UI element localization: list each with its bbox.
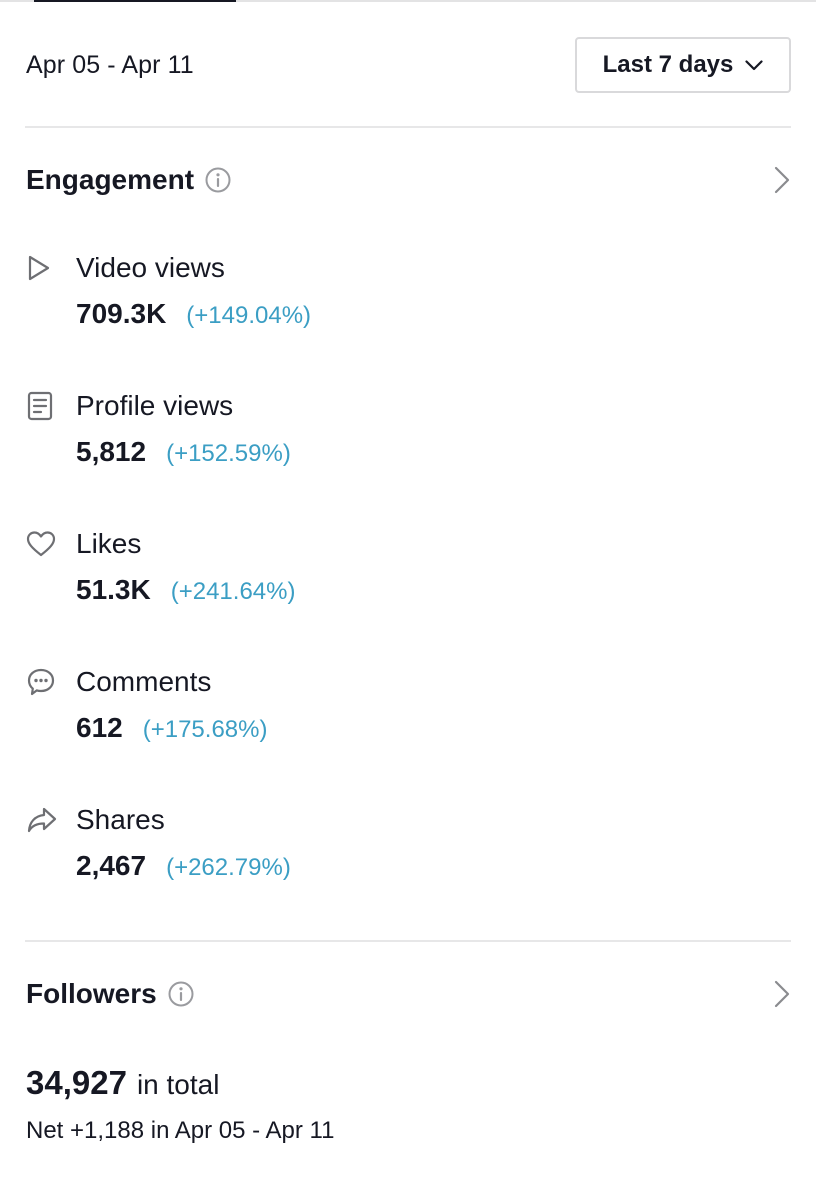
metric-comments: Comments 612 (+175.68%) xyxy=(26,662,791,752)
analytics-page: Apr 05 - Apr 11 Last 7 days Engagement V… xyxy=(0,0,816,1200)
followers-total-suffix: in total xyxy=(136,1069,220,1100)
metric-value: 709.3K xyxy=(76,298,167,329)
chevron-right-icon[interactable] xyxy=(773,166,791,194)
engagement-title: Engagement xyxy=(26,164,195,195)
metric-value: 2,467 xyxy=(76,850,147,881)
metric-change: (+175.68%) xyxy=(142,716,268,743)
heart-icon xyxy=(26,524,76,564)
profile-icon xyxy=(26,386,76,426)
share-icon xyxy=(26,800,76,840)
followers-title: Followers xyxy=(26,978,157,1009)
engagement-header[interactable]: Engagement xyxy=(26,160,791,200)
chevron-down-icon xyxy=(745,59,763,71)
metric-change: (+241.64%) xyxy=(170,578,296,605)
metric-value: 5,812 xyxy=(76,436,147,467)
chevron-right-icon[interactable] xyxy=(773,980,791,1008)
info-icon[interactable] xyxy=(167,980,195,1008)
followers-header[interactable]: Followers xyxy=(26,974,791,1014)
comment-icon xyxy=(26,662,76,702)
active-tab-indicator xyxy=(34,0,236,2)
range-selector-label: Last 7 days xyxy=(602,51,734,78)
metric-label: Profile views xyxy=(76,390,234,421)
metric-likes: Likes 51.3K (+241.64%) xyxy=(26,524,791,614)
metric-label: Comments xyxy=(76,666,212,697)
date-row: Apr 05 - Apr 11 Last 7 days xyxy=(26,37,791,93)
followers-total-row: 34,927 in total xyxy=(26,1064,219,1102)
metric-change: (+149.04%) xyxy=(186,302,312,329)
followers-net-change: Net +1,188 in Apr 05 - Apr 11 xyxy=(26,1117,335,1144)
metric-change: (+152.59%) xyxy=(166,440,291,467)
metric-video-views: Video views 709.3K (+149.04%) xyxy=(26,248,791,338)
metric-shares: Shares 2,467 (+262.79%) xyxy=(26,800,791,890)
metric-label: Video views xyxy=(76,252,225,283)
date-range-label: Apr 05 - Apr 11 xyxy=(26,50,194,79)
divider xyxy=(25,940,791,942)
metric-change: (+262.79%) xyxy=(166,854,291,881)
play-icon xyxy=(26,248,76,288)
info-icon[interactable] xyxy=(204,166,232,194)
metric-value: 612 xyxy=(76,712,123,743)
metric-label: Likes xyxy=(76,528,142,559)
divider xyxy=(25,126,791,128)
range-selector-button[interactable]: Last 7 days xyxy=(575,37,791,93)
followers-total: 34,927 xyxy=(26,1064,127,1101)
metric-profile-views: Profile views 5,812 (+152.59%) xyxy=(26,386,791,476)
metric-label: Shares xyxy=(76,804,165,835)
metric-value: 51.3K xyxy=(76,574,151,605)
